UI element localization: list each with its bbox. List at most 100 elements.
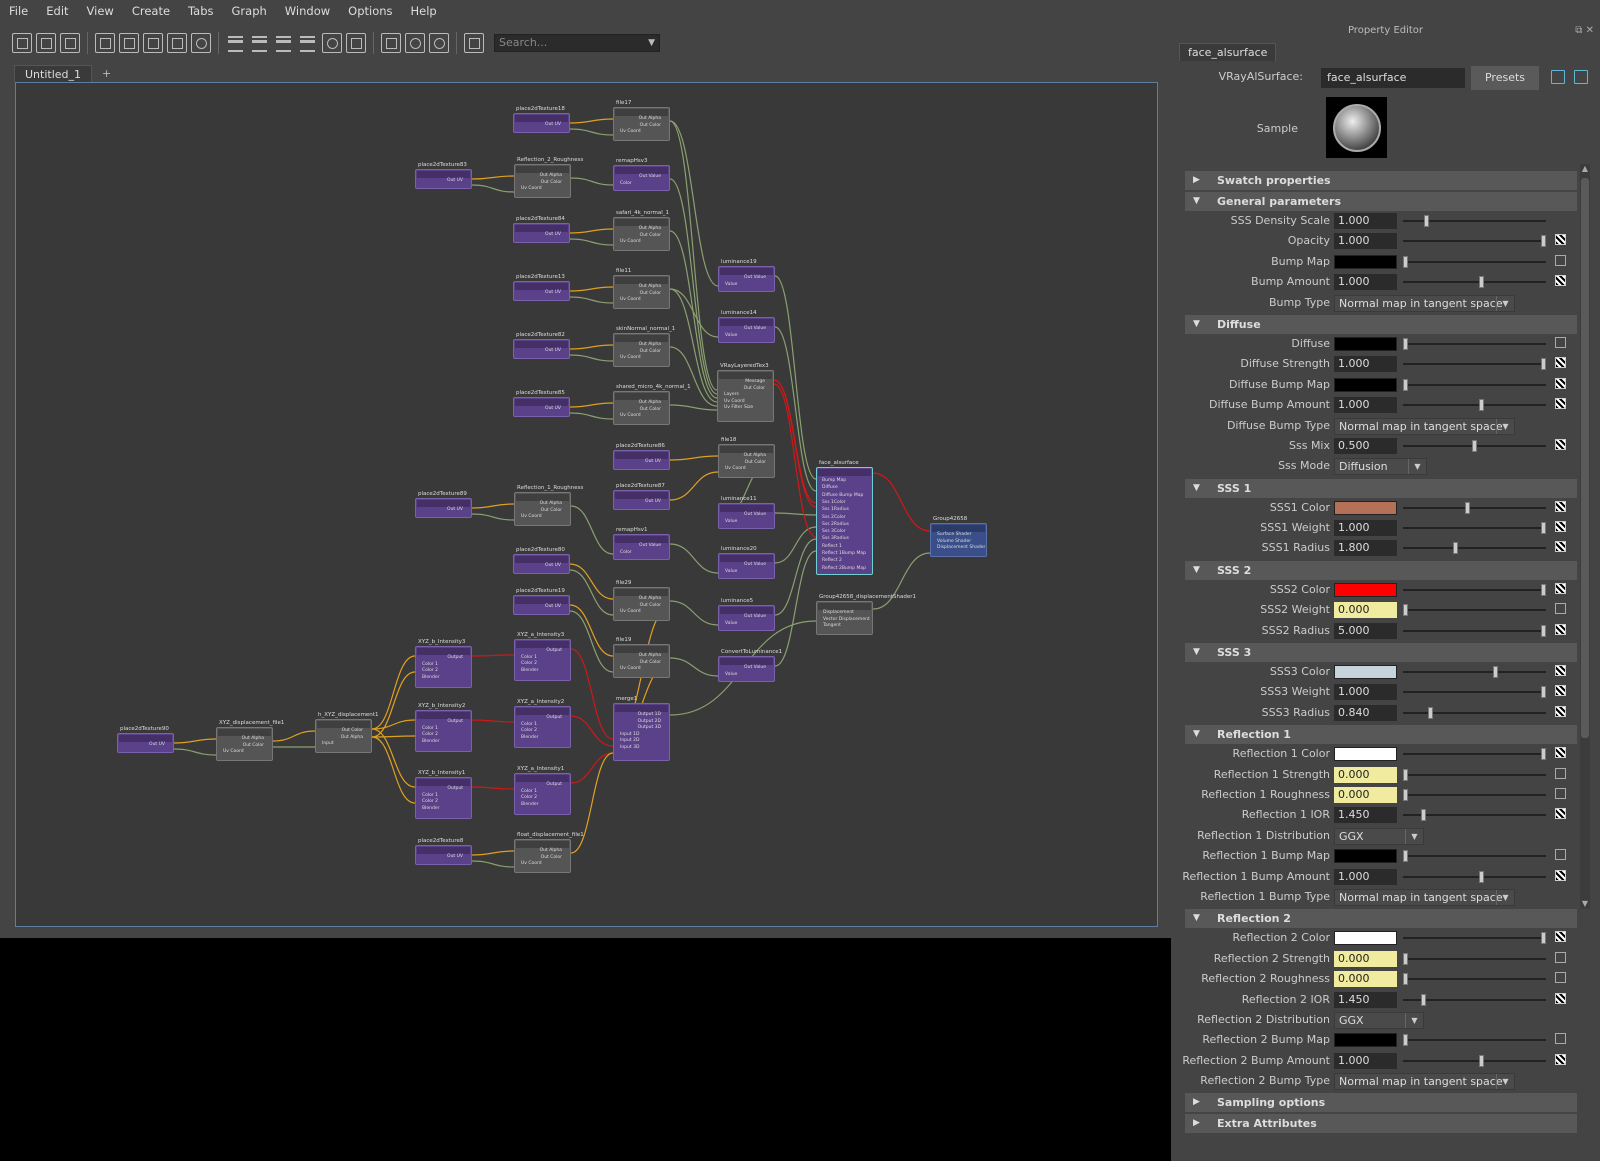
- attribute-slider-track[interactable]: [1403, 404, 1546, 407]
- connection-arrow-icon[interactable]: [1555, 603, 1566, 615]
- attribute-slider-track[interactable]: [1403, 609, 1546, 612]
- connection-arrow-icon[interactable]: [1555, 972, 1566, 984]
- attribute-slider-track[interactable]: [1403, 1059, 1546, 1062]
- attribute-slider-track[interactable]: [1403, 691, 1546, 694]
- color-swatch[interactable]: [1334, 254, 1397, 269]
- rearrange-graph-icon[interactable]: [167, 33, 187, 53]
- grid-icon[interactable]: [381, 33, 401, 53]
- attribute-slider-track[interactable]: [1403, 773, 1546, 776]
- attribute-value-field[interactable]: 1.000: [1334, 520, 1397, 537]
- attribute-slider-thumb[interactable]: [1403, 788, 1408, 801]
- attribute-dropdown[interactable]: Diffusion ▼: [1334, 458, 1427, 476]
- graph-node[interactable]: luminance19 Out Value Value: [718, 259, 775, 292]
- graph-node[interactable]: Group42658 Surface Shader Volume Shader Dis…: [930, 516, 987, 557]
- attribute-slider-thumb[interactable]: [1541, 932, 1546, 945]
- graph-node[interactable]: merge1 Output 1D Output 2D Output 3D Input 1…: [613, 696, 670, 761]
- attribute-slider-thumb[interactable]: [1541, 235, 1546, 248]
- chevron-down-icon[interactable]: ▼: [1405, 828, 1423, 844]
- attribute-slider-thumb[interactable]: [1541, 748, 1546, 761]
- attribute-slider-track[interactable]: [1403, 383, 1546, 386]
- map-button-icon[interactable]: [1555, 623, 1566, 635]
- custom-mode-icon[interactable]: [298, 33, 318, 53]
- section-header[interactable]: ▼ SSS 1: [1185, 478, 1577, 498]
- graph-node[interactable]: XYZ_displacement_file1 Out Alpha Out Color…: [216, 720, 284, 761]
- graph-node[interactable]: place2dTexture89 Out UV: [415, 491, 472, 518]
- chevron-down-icon[interactable]: ▼: [1496, 1074, 1514, 1090]
- copy-tab-icon[interactable]: [1574, 70, 1588, 84]
- color-swatch[interactable]: [1334, 336, 1397, 351]
- map-button-icon[interactable]: [1555, 869, 1566, 881]
- tab-untitled-1[interactable]: Untitled_1: [14, 65, 93, 82]
- chevron-down-icon[interactable]: ▼: [1496, 418, 1514, 434]
- material-swatch-preview[interactable]: [1326, 97, 1387, 158]
- color-swatch[interactable]: [1334, 849, 1397, 864]
- attribute-slider-thumb[interactable]: [1403, 337, 1408, 350]
- graph-node[interactable]: XYZ_b_Intensity2 Output Color 1 Color 2 Blen…: [415, 703, 472, 752]
- attribute-value-field[interactable]: 0.000: [1334, 971, 1397, 988]
- full-mode-icon[interactable]: [274, 33, 294, 53]
- attribute-slider-thumb[interactable]: [1420, 993, 1426, 1006]
- graph-node[interactable]: place2dTexture80 Out UV: [513, 547, 570, 574]
- attribute-value-field[interactable]: 1.000: [1334, 397, 1397, 414]
- graph-node[interactable]: place2dTexture87 Out UV: [613, 483, 670, 510]
- menu-create[interactable]: Create: [123, 0, 179, 22]
- map-button-icon[interactable]: [1555, 377, 1566, 389]
- attribute-scrollbar[interactable]: ▲ ▼: [1580, 164, 1590, 909]
- map-button-icon[interactable]: [1555, 357, 1566, 369]
- attribute-slider-thumb[interactable]: [1541, 522, 1546, 535]
- map-button-icon[interactable]: [1555, 541, 1566, 553]
- attribute-slider-track[interactable]: [1403, 875, 1546, 878]
- menu-window[interactable]: Window: [276, 0, 339, 22]
- graph-node[interactable]: place2dTexture82 Out UV: [513, 332, 570, 359]
- input-connections-icon[interactable]: [12, 33, 32, 53]
- attribute-slider-thumb[interactable]: [1465, 501, 1471, 514]
- add-tab-button[interactable]: +: [92, 65, 121, 82]
- menu-graph[interactable]: Graph: [223, 0, 276, 22]
- chevron-down-icon[interactable]: ▼: [1408, 459, 1426, 475]
- attribute-slider-track[interactable]: [1403, 240, 1546, 243]
- search-input[interactable]: Search... ▼: [494, 34, 660, 52]
- menu-view[interactable]: View: [78, 0, 123, 22]
- graph-node[interactable]: VRayLayeredTex3 Message Out Color Layers Uv …: [717, 363, 774, 422]
- graph-node[interactable]: file18 Out Alpha Out Color Uv Coord: [718, 437, 775, 478]
- graph-node[interactable]: place2dTexture83 Out UV: [415, 162, 472, 189]
- attribute-dropdown[interactable]: GGX ▼: [1334, 1011, 1424, 1029]
- map-button-icon[interactable]: [1555, 808, 1566, 820]
- scroll-up-icon[interactable]: ▲: [1580, 164, 1590, 173]
- connected-mode-icon[interactable]: [250, 33, 270, 53]
- graph-node[interactable]: Reflection_1_Roughness Out Alpha Out Color…: [514, 485, 583, 526]
- attribute-value-field[interactable]: 0.000: [1334, 786, 1397, 803]
- attribute-value-field[interactable]: 1.000: [1334, 356, 1397, 373]
- focus-icon[interactable]: [1551, 70, 1565, 84]
- attribute-value-field[interactable]: 5.000: [1334, 622, 1397, 639]
- presets-button[interactable]: Presets: [1471, 66, 1539, 90]
- graph-node[interactable]: remapHsv3 Out Value Color: [613, 158, 670, 191]
- color-swatch[interactable]: [1334, 1033, 1397, 1048]
- graph-node[interactable]: place2dTexture13 Out UV: [513, 274, 570, 301]
- attribute-slider-thumb[interactable]: [1423, 215, 1429, 227]
- graph-node[interactable]: skinNormal_normal_1 Out Alpha Out Color Uv …: [613, 326, 675, 367]
- connection-arrow-icon[interactable]: [1555, 767, 1566, 779]
- attribute-dropdown[interactable]: Normal map in tangent space ▼: [1334, 1073, 1515, 1091]
- attribute-slider-track[interactable]: [1403, 527, 1546, 530]
- node-name-field[interactable]: face_alsurface: [1321, 68, 1465, 88]
- attribute-slider-track[interactable]: [1403, 260, 1546, 263]
- attribute-value-field[interactable]: 0.000: [1334, 766, 1397, 783]
- graph-node[interactable]: XYZ_b_Intensity1 Output Color 1 Color 2 Blen…: [415, 770, 472, 819]
- connection-arrow-icon[interactable]: [1555, 336, 1566, 348]
- graph-node[interactable]: XYZ_b_Intensity3 Output Color 1 Color 2 Blen…: [415, 639, 472, 688]
- connection-arrow-icon[interactable]: [1555, 254, 1566, 266]
- graph-node[interactable]: file19 Out Alpha Out Color Uv Coord: [613, 637, 670, 678]
- collapsed-icon[interactable]: ▶: [1193, 1114, 1200, 1133]
- snap-icon[interactable]: [405, 33, 425, 53]
- attribute-value-field[interactable]: 1.450: [1334, 991, 1397, 1008]
- graph-node[interactable]: remapHsv1 Out Value Color: [613, 527, 670, 560]
- connection-arrow-icon[interactable]: [1555, 951, 1566, 963]
- attribute-slider-track[interactable]: [1403, 281, 1546, 284]
- map-button-icon[interactable]: [1555, 500, 1566, 512]
- input-output-connections-icon[interactable]: [36, 33, 56, 53]
- output-connections-icon[interactable]: [60, 33, 80, 53]
- graph-node[interactable]: h_XYZ_displacement1 Out Color Out Alpha Inp…: [315, 712, 378, 753]
- graph-node[interactable]: place2dTexture84 Out UV: [513, 216, 570, 243]
- scroll-down-icon[interactable]: ▼: [1580, 899, 1590, 908]
